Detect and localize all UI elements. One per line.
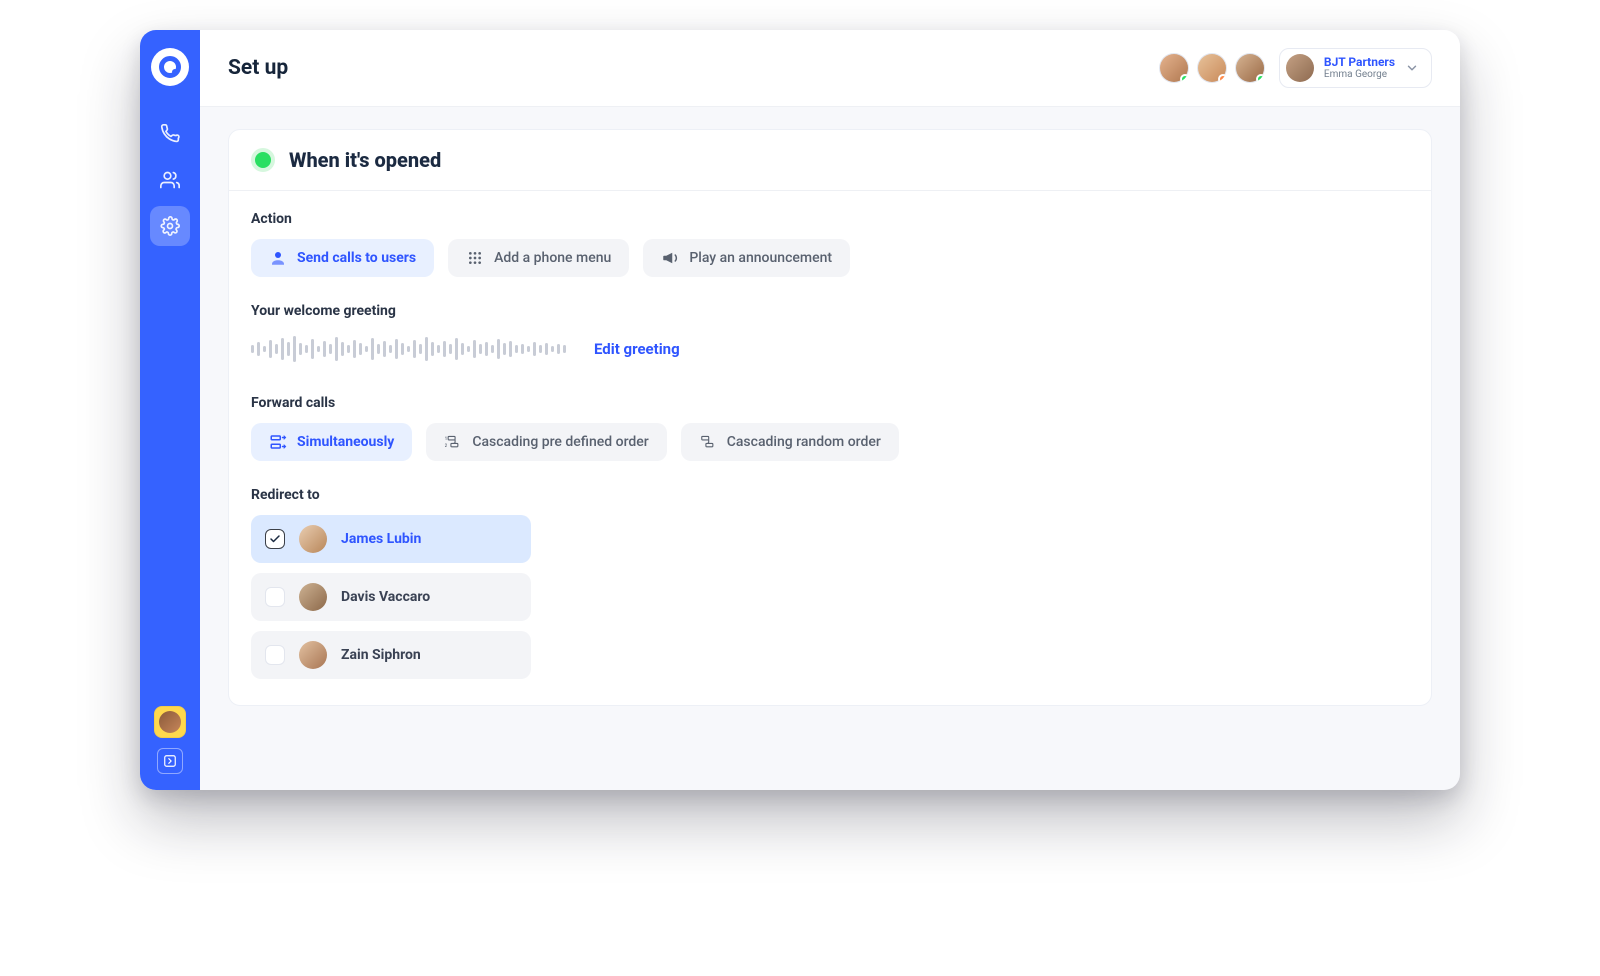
- forward-options: Simultaneously 12 Cascading pre defined …: [251, 423, 1409, 461]
- pill-label: Send calls to users: [297, 250, 416, 266]
- nav-calls[interactable]: [150, 114, 190, 154]
- phone-icon: [160, 124, 180, 144]
- sidebar: [140, 30, 200, 790]
- person-name: Davis Vaccaro: [341, 589, 430, 605]
- presence-avatar-2[interactable]: [1197, 53, 1227, 83]
- users-icon: [160, 170, 180, 190]
- forward-cascading-defined[interactable]: 12 Cascading pre defined order: [426, 423, 666, 461]
- greeting-label: Your welcome greeting: [251, 303, 1409, 319]
- megaphone-icon: [661, 249, 679, 267]
- person-name: Zain Siphron: [341, 647, 421, 663]
- cascade-icon: 12: [444, 433, 462, 451]
- presence-avatar-1[interactable]: [1159, 53, 1189, 83]
- account-switcher[interactable]: BJT Partners Emma George: [1279, 48, 1432, 88]
- dialpad-icon: [466, 249, 484, 267]
- redirect-label: Redirect to: [251, 487, 1409, 503]
- redirect-list: James Lubin Davis Vaccaro: [251, 515, 531, 679]
- forward-cascading-random[interactable]: Cascading random order: [681, 423, 899, 461]
- pill-label: Cascading pre defined order: [472, 434, 648, 450]
- sidebar-collapse-button[interactable]: [157, 748, 183, 774]
- person-avatar: [299, 583, 327, 611]
- action-add-phone-menu[interactable]: Add a phone menu: [448, 239, 629, 277]
- main-area: Set up: [200, 30, 1460, 790]
- gear-icon: [160, 216, 180, 236]
- greeting-waveform[interactable]: [251, 331, 566, 367]
- simultaneous-icon: [269, 433, 287, 451]
- pill-label: Simultaneously: [297, 434, 394, 450]
- nav-team[interactable]: [150, 160, 190, 200]
- app-logo[interactable]: [151, 48, 189, 86]
- pill-label: Add a phone menu: [494, 250, 611, 266]
- redirect-item-zain[interactable]: Zain Siphron: [251, 631, 531, 679]
- action-send-calls-to-users[interactable]: Send calls to users: [251, 239, 434, 277]
- card-title: When it's opened: [289, 148, 441, 172]
- checkbox[interactable]: [265, 587, 285, 607]
- status-dot-icon: [1256, 74, 1265, 83]
- edit-greeting-link[interactable]: Edit greeting: [594, 340, 680, 358]
- status-dot-icon: [1180, 74, 1189, 83]
- topbar: Set up: [200, 30, 1460, 107]
- pill-label: Play an announcement: [689, 250, 832, 266]
- account-user: Emma George: [1324, 69, 1395, 80]
- pill-label: Cascading random order: [727, 434, 881, 450]
- presence-avatar-3[interactable]: [1235, 53, 1265, 83]
- nav-settings[interactable]: [150, 206, 190, 246]
- page-title: Set up: [228, 56, 288, 80]
- presence-group: [1159, 53, 1265, 83]
- collapse-icon: [163, 754, 177, 768]
- forward-simultaneously[interactable]: Simultaneously: [251, 423, 412, 461]
- current-user-avatar[interactable]: [154, 706, 186, 738]
- action-play-announcement[interactable]: Play an announcement: [643, 239, 850, 277]
- svg-text:1: 1: [445, 437, 447, 442]
- check-icon: [269, 533, 281, 545]
- action-options: Send calls to users Add a phone menu: [251, 239, 1409, 277]
- status-open-indicator: [251, 148, 275, 172]
- status-dot-icon: [1218, 74, 1227, 83]
- person-avatar: [299, 525, 327, 553]
- chevron-down-icon: [1405, 61, 1419, 75]
- action-label: Action: [251, 211, 1409, 227]
- account-org: BJT Partners: [1324, 56, 1395, 69]
- redirect-item-davis[interactable]: Davis Vaccaro: [251, 573, 531, 621]
- checkbox[interactable]: [265, 645, 285, 665]
- forward-label: Forward calls: [251, 395, 1409, 411]
- person-name: James Lubin: [341, 531, 421, 547]
- checkbox[interactable]: [265, 529, 285, 549]
- svg-text:2: 2: [445, 444, 448, 449]
- cascade-random-icon: [699, 433, 717, 451]
- headset-icon: [269, 249, 287, 267]
- person-avatar: [299, 641, 327, 669]
- account-avatar: [1286, 54, 1314, 82]
- app-window: Set up: [140, 30, 1460, 790]
- redirect-item-james[interactable]: James Lubin: [251, 515, 531, 563]
- setup-card: When it's opened Action Send calls to us…: [228, 129, 1432, 706]
